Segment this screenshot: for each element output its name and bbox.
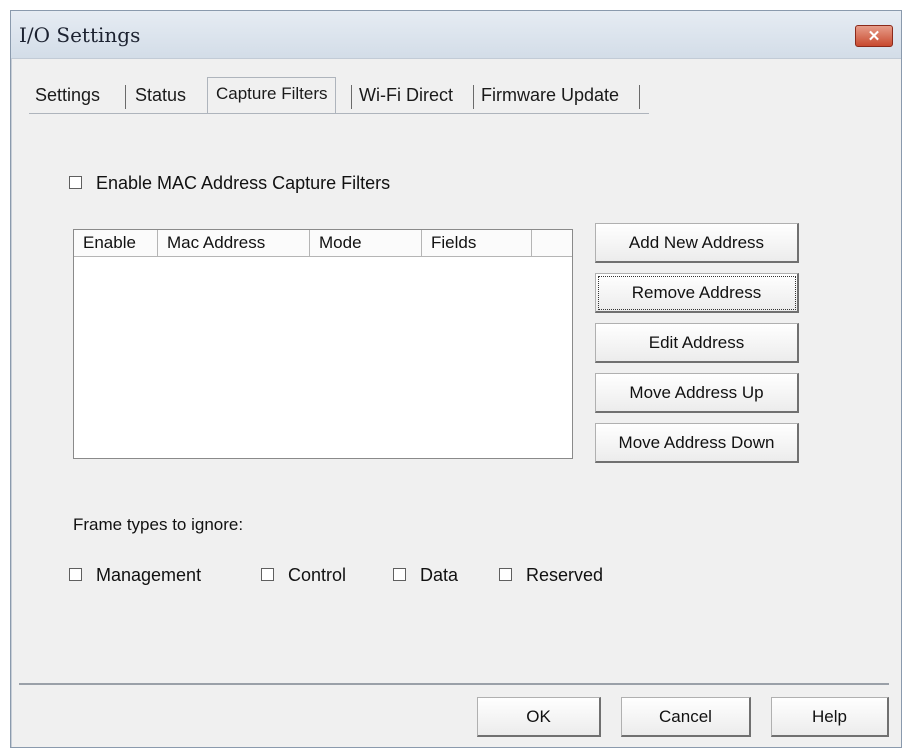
tab-separator	[473, 85, 474, 109]
control-checkbox[interactable]	[261, 567, 274, 581]
reserved-option: Reserved	[499, 565, 603, 586]
data-checkbox[interactable]	[393, 567, 406, 581]
tab-capture-filters[interactable]: Capture Filters	[207, 77, 337, 113]
management-option: Management	[69, 565, 201, 586]
tab-settings[interactable]: Settings	[35, 85, 100, 106]
remove-address-button[interactable]: Remove Address	[595, 273, 799, 313]
control-label: Control	[288, 565, 347, 585]
enable-filters-checkbox[interactable]	[69, 175, 82, 189]
tab-separator	[639, 85, 640, 109]
close-button[interactable]: ✕	[855, 25, 893, 47]
move-address-down-button[interactable]: Move Address Down	[595, 423, 799, 463]
enable-filters-row: Enable MAC Address Capture Filters	[69, 173, 390, 194]
data-option: Data	[393, 565, 458, 586]
reserved-checkbox[interactable]	[499, 567, 512, 581]
capture-filters-panel: Enable MAC Address Capture Filters Enabl…	[29, 113, 881, 653]
cancel-button[interactable]: Cancel	[621, 697, 751, 737]
data-label: Data	[420, 565, 459, 585]
tab-firmware-update[interactable]: Firmware Update	[481, 85, 619, 106]
column-enable[interactable]: Enable	[74, 230, 158, 256]
ok-button[interactable]: OK	[477, 697, 601, 737]
io-settings-dialog: I/O Settings ✕ Settings Status Capture F…	[10, 10, 902, 748]
list-header: Enable Mac Address Mode Fields	[74, 230, 572, 257]
tab-wifi-direct[interactable]: Wi-Fi Direct	[359, 85, 453, 106]
control-option: Control	[261, 565, 346, 586]
window-title: I/O Settings	[19, 23, 141, 47]
column-mode[interactable]: Mode	[310, 230, 422, 256]
column-mac-address[interactable]: Mac Address	[158, 230, 310, 256]
management-checkbox[interactable]	[69, 567, 82, 581]
mac-address-list[interactable]: Enable Mac Address Mode Fields	[73, 229, 573, 459]
move-address-up-button[interactable]: Move Address Up	[595, 373, 799, 413]
help-button[interactable]: Help	[771, 697, 889, 737]
add-address-button[interactable]: Add New Address	[595, 223, 799, 263]
tab-separator	[351, 85, 352, 109]
close-icon: ✕	[867, 28, 881, 45]
reserved-label: Reserved	[526, 565, 604, 585]
tab-bar: Settings Status Capture Filters Wi-Fi Di…	[29, 77, 649, 114]
title-bar: I/O Settings ✕	[11, 11, 901, 59]
management-label: Management	[96, 565, 202, 585]
frame-types-label: Frame types to ignore:	[73, 515, 244, 534]
tab-separator	[125, 85, 126, 109]
tab-status[interactable]: Status	[135, 85, 186, 106]
edit-address-button[interactable]: Edit Address	[595, 323, 799, 363]
footer-divider	[19, 683, 889, 685]
column-fields[interactable]: Fields	[422, 230, 532, 256]
enable-filters-label: Enable MAC Address Capture Filters	[96, 173, 391, 193]
